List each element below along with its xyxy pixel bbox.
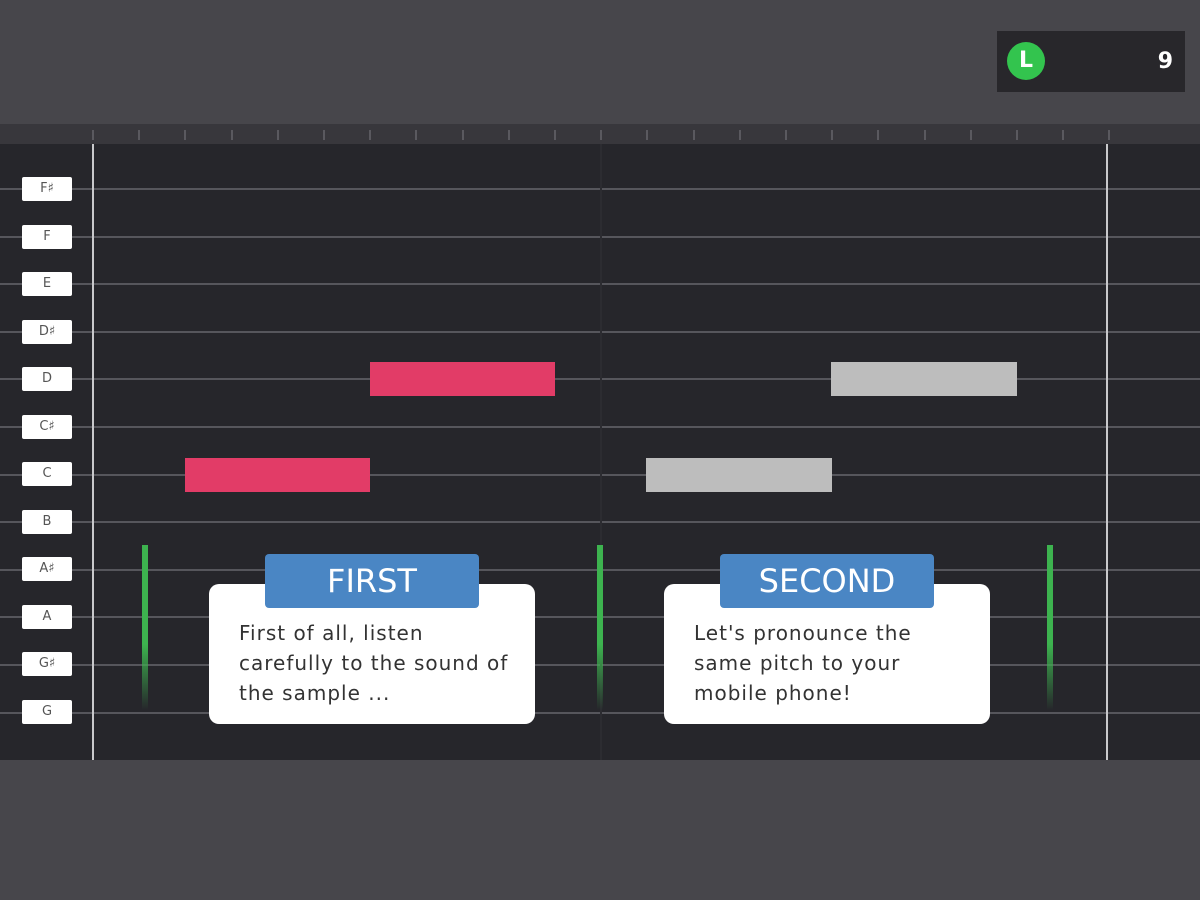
ruler-tick: [231, 130, 233, 140]
ruler-tick: [277, 130, 279, 140]
key-label: D♯: [22, 320, 72, 344]
key-label: C♯: [22, 415, 72, 439]
second-step-text: Let's pronounce the same pitch to your m…: [694, 621, 912, 705]
ruler-tick: [970, 130, 972, 140]
bottom-bar: [0, 760, 1200, 900]
level-panel: L 9: [997, 31, 1185, 92]
first-step-text: First of all, listen carefully to the so…: [239, 621, 509, 705]
ruler-tick: [184, 130, 186, 140]
ruler-tick: [693, 130, 695, 140]
ruler-tick: [415, 130, 417, 140]
key-label: C: [22, 462, 72, 486]
key-label: E: [22, 272, 72, 296]
ruler-tick: [831, 130, 833, 140]
ruler-tick: [554, 130, 556, 140]
ruler-tick: [462, 130, 464, 140]
key-label: G: [22, 700, 72, 724]
key-label: A♯: [22, 557, 72, 581]
ruler-tick: [92, 130, 94, 140]
end-boundary-line: [1106, 144, 1108, 760]
key-label: B: [22, 510, 72, 534]
ruler-tick: [646, 130, 648, 140]
start-boundary-line: [92, 144, 94, 760]
ruler-tick: [1062, 130, 1064, 140]
ruler-tick: [877, 130, 879, 140]
playhead-marker: [597, 545, 603, 710]
sample-note: [185, 458, 370, 492]
ruler-tick: [369, 130, 371, 140]
playhead-marker: [142, 545, 148, 710]
key-label: D: [22, 367, 72, 391]
ruler-tick: [924, 130, 926, 140]
ruler-tick: [1016, 130, 1018, 140]
level-badge: L: [1007, 42, 1045, 80]
ruler-tick: [600, 130, 602, 140]
ruler-tick: [508, 130, 510, 140]
key-label: F: [22, 225, 72, 249]
ruler-tick: [138, 130, 140, 140]
target-note: [646, 458, 832, 492]
ruler-tick: [323, 130, 325, 140]
target-note: [831, 362, 1017, 396]
top-bar: L 9: [0, 0, 1200, 124]
key-label: G♯: [22, 652, 72, 676]
second-step-tab: SECOND: [720, 554, 934, 608]
first-step-tab: FIRST: [265, 554, 479, 608]
sample-note: [370, 362, 555, 396]
key-label: F♯: [22, 177, 72, 201]
ruler-tick: [1108, 130, 1110, 140]
ruler-tick: [739, 130, 741, 140]
playhead-marker: [1047, 545, 1053, 710]
level-score: 9: [1157, 49, 1173, 74]
ruler-tick: [785, 130, 787, 140]
key-label: A: [22, 605, 72, 629]
timeline-ruler: [0, 124, 1200, 144]
